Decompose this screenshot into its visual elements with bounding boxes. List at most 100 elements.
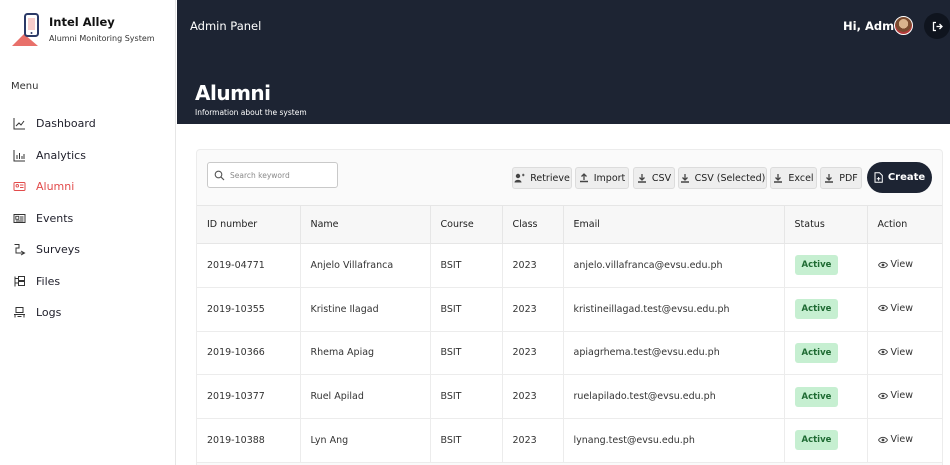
sidebar-item-logs[interactable]: Logs bbox=[0, 297, 176, 329]
search-input[interactable] bbox=[230, 170, 330, 180]
download-icon bbox=[773, 173, 783, 183]
view-button[interactable]: View bbox=[877, 303, 913, 314]
table-row[interactable]: 2019-10355 Kristine Ilagad BSIT 2023 kristin… bbox=[197, 287, 942, 332]
alumni-table: ID number Name Course Class Email Status… bbox=[197, 205, 942, 463]
newspaper-icon bbox=[12, 211, 26, 225]
cell-email: ruelapilado.test@evsu.edu.ph bbox=[563, 374, 785, 419]
cell-name: Kristine Ilagad bbox=[300, 287, 431, 332]
view-button[interactable]: View bbox=[877, 347, 913, 358]
retrieve-label: Retrieve bbox=[530, 172, 570, 184]
eye-icon bbox=[877, 348, 888, 356]
cell-email: lynang.test@evsu.edu.ph bbox=[563, 418, 785, 463]
cell-email: apiagrhema.test@evsu.edu.ph bbox=[563, 331, 785, 376]
view-label: View bbox=[890, 434, 914, 446]
csv-label: CSV bbox=[651, 172, 672, 184]
csv-button[interactable]: CSV bbox=[633, 167, 675, 189]
cell-status: Active bbox=[784, 331, 868, 376]
import-label: Import bbox=[593, 172, 626, 184]
import-button[interactable]: Import bbox=[575, 167, 629, 189]
cell-action: View bbox=[867, 331, 942, 376]
table-row[interactable]: 2019-04771 Anjelo Villafranca BSIT 2023 anje… bbox=[197, 243, 942, 288]
view-label: View bbox=[890, 390, 914, 402]
sidebar-item-dashboard[interactable]: Dashboard bbox=[0, 108, 176, 140]
cell-course: BSIT bbox=[430, 331, 503, 376]
view-label: View bbox=[890, 259, 914, 271]
eye-icon bbox=[877, 261, 888, 269]
cell-status: Active bbox=[784, 418, 868, 463]
top-header: Admin Panel Hi, Admin Alumni Information… bbox=[177, 0, 950, 124]
cell-id: 2019-10366 bbox=[197, 331, 301, 376]
excel-label: Excel bbox=[788, 172, 814, 184]
cell-name: Anjelo Villafranca bbox=[300, 243, 431, 288]
sidebar-item-surveys[interactable]: Surveys bbox=[0, 234, 176, 266]
avatar[interactable] bbox=[894, 16, 913, 35]
line-chart-icon bbox=[12, 117, 26, 131]
cell-id: 2019-10388 bbox=[197, 418, 301, 463]
cell-status: Active bbox=[784, 243, 868, 288]
cell-id: 2019-04771 bbox=[197, 243, 301, 288]
create-label: Create bbox=[887, 172, 926, 183]
status-badge: Active bbox=[794, 430, 839, 451]
create-button[interactable]: Create bbox=[867, 162, 932, 193]
cell-class: 2023 bbox=[502, 287, 564, 332]
column-header-course[interactable]: Course bbox=[430, 205, 503, 244]
pdf-button[interactable]: PDF bbox=[820, 167, 862, 189]
brand[interactable]: Intel Alley Alumni Monitoring System bbox=[10, 12, 170, 52]
new-file-icon bbox=[874, 172, 883, 183]
status-badge: Active bbox=[794, 299, 839, 320]
column-header-email[interactable]: Email bbox=[563, 205, 785, 244]
page-title: Alumni bbox=[195, 81, 271, 105]
cell-class: 2023 bbox=[502, 243, 564, 288]
cell-status: Active bbox=[784, 287, 868, 332]
search-box[interactable] bbox=[207, 162, 338, 188]
retrieve-button[interactable]: Retrieve bbox=[512, 167, 572, 189]
sidebar-nav: Dashboard Analytics Alumni Events Survey… bbox=[0, 108, 176, 329]
status-badge: Active bbox=[794, 342, 839, 363]
view-button[interactable]: View bbox=[877, 434, 914, 446]
download-icon bbox=[824, 173, 834, 183]
cell-action: View bbox=[867, 374, 942, 419]
column-header-id[interactable]: ID number bbox=[197, 205, 301, 244]
cell-action: View bbox=[867, 287, 942, 332]
view-button[interactable]: View bbox=[877, 259, 914, 271]
brand-subtitle: Alumni Monitoring System bbox=[49, 34, 155, 43]
cell-name: Rhema Apiag bbox=[300, 331, 431, 376]
cell-email: kristineillagad.test@evsu.edu.ph bbox=[563, 287, 785, 332]
eye-icon bbox=[877, 436, 888, 444]
column-header-name[interactable]: Name bbox=[300, 205, 431, 244]
cell-email: anjelo.villafranca@evsu.edu.ph bbox=[563, 243, 785, 288]
table-row[interactable]: 2019-10366 Rhema Apiag BSIT 2023 apiagrhema.… bbox=[197, 331, 942, 376]
cell-class: 2023 bbox=[502, 418, 564, 463]
excel-button[interactable]: Excel bbox=[770, 167, 817, 189]
column-header-status[interactable]: Status bbox=[784, 205, 868, 244]
sidebar-item-files[interactable]: Files bbox=[0, 266, 176, 298]
sidebar-item-events[interactable]: Events bbox=[0, 203, 176, 235]
table-row[interactable]: 2019-10388 Lyn Ang BSIT 2023 lynang.test@evs… bbox=[197, 418, 942, 463]
table-row[interactable]: 2019-10377 Ruel Apilad BSIT 2023 ruelapilado… bbox=[197, 374, 942, 419]
cell-course: BSIT bbox=[430, 287, 503, 332]
brand-name: Intel Alley bbox=[49, 15, 115, 29]
cell-action: View bbox=[867, 418, 942, 463]
cell-name: Lyn Ang bbox=[300, 418, 431, 463]
user-retrieve-icon bbox=[514, 173, 525, 183]
csv-selected-label: CSV (Selected) bbox=[694, 172, 766, 184]
logout-button[interactable] bbox=[924, 13, 950, 39]
cell-id: 2019-10377 bbox=[197, 374, 301, 419]
download-icon bbox=[637, 173, 647, 183]
page-subtitle: Information about the system bbox=[195, 108, 307, 117]
status-badge: Active bbox=[794, 255, 839, 276]
bar-chart-icon bbox=[12, 148, 26, 162]
view-button[interactable]: View bbox=[877, 390, 914, 402]
sidebar-item-analytics[interactable]: Analytics bbox=[0, 140, 176, 172]
menu-label: Menu bbox=[11, 81, 39, 92]
alumni-card: Retrieve Import CSV CSV (Selected) Excel… bbox=[196, 149, 943, 465]
sidebar: Intel Alley Alumni Monitoring System Men… bbox=[0, 0, 176, 465]
upload-icon bbox=[579, 173, 589, 183]
csv-selected-button[interactable]: CSV (Selected) bbox=[678, 167, 767, 189]
sidebar-item-label: Logs bbox=[36, 306, 62, 320]
column-header-class[interactable]: Class bbox=[502, 205, 564, 244]
sidebar-item-alumni[interactable]: Alumni bbox=[0, 171, 176, 203]
cell-name: Ruel Apilad bbox=[300, 374, 431, 419]
logs-icon bbox=[12, 306, 26, 320]
id-card-icon bbox=[12, 180, 26, 194]
